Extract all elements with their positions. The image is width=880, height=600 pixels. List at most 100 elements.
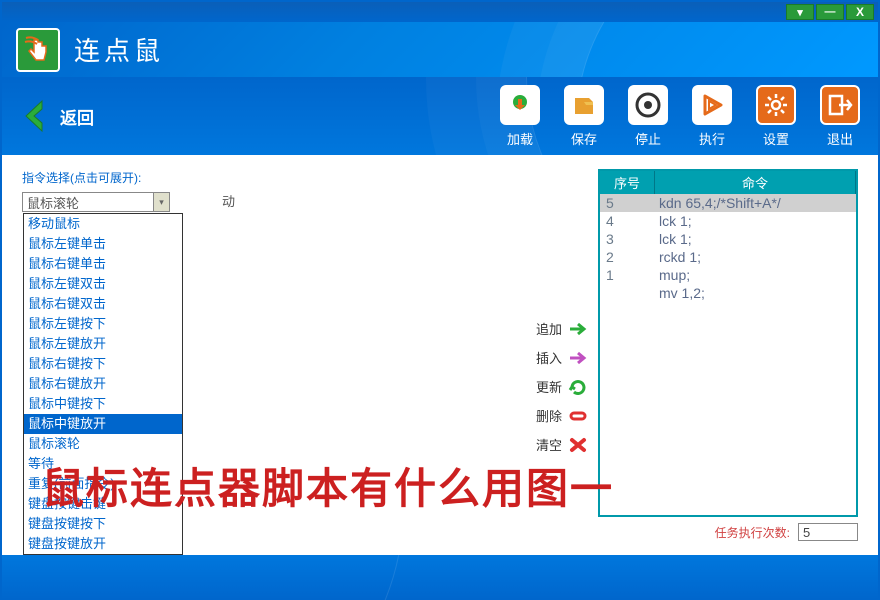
- table-body[interactable]: 5kdn 65,4;/*Shift+A*/4lck 1;3lck 1;2rckd…: [600, 194, 856, 302]
- table-row[interactable]: 2rckd 1;: [600, 248, 856, 266]
- dropdown-item[interactable]: 鼠标右键放开: [24, 374, 182, 394]
- back-label: 返回: [60, 104, 94, 129]
- hint-text: 动: [222, 194, 235, 209]
- restore-button[interactable]: ▾: [786, 4, 814, 20]
- table-row[interactable]: 3lck 1;: [600, 230, 856, 248]
- insert-icon: [568, 349, 588, 367]
- back-button[interactable]: 返回: [20, 97, 94, 135]
- command-select-panel: 指令选择(点击可展开): 鼠标滚轮 ▾ 移动鼠标鼠标左键单击鼠标右键单击鼠标左键…: [22, 169, 202, 541]
- footer: [2, 555, 878, 600]
- tool-label: 加载: [507, 129, 533, 148]
- cell-cmd: lck 1;: [655, 212, 856, 230]
- content-area: 指令选择(点击可展开): 鼠标滚轮 ▾ 移动鼠标鼠标左键单击鼠标右键单击鼠标左键…: [2, 155, 878, 555]
- action-label: 删除: [536, 406, 562, 425]
- col-seq: 序号: [600, 171, 655, 194]
- header: 连点鼠: [2, 22, 878, 77]
- cell-seq: 5: [600, 194, 655, 212]
- back-arrow-icon: [20, 97, 50, 135]
- load-icon: [500, 85, 540, 125]
- app-title: 连点鼠: [74, 31, 164, 68]
- dropdown-item[interactable]: 鼠标左键单击: [24, 234, 182, 254]
- insert-action[interactable]: 插入: [536, 348, 588, 367]
- delete-icon: [568, 407, 588, 425]
- window-controls: ▾ — X: [786, 4, 874, 20]
- app-logo: [16, 28, 60, 72]
- dropdown-item[interactable]: 键盘按键放开: [24, 534, 182, 554]
- dropdown-item[interactable]: 键盘按键按下: [24, 514, 182, 534]
- dropdown-item[interactable]: 键盘按键击键: [24, 494, 182, 514]
- action-buttons: 追加插入更新删除清空: [536, 169, 588, 541]
- delete-action[interactable]: 删除: [536, 406, 588, 425]
- action-label: 更新: [536, 377, 562, 396]
- save-button[interactable]: 保存: [564, 85, 604, 148]
- append-icon: [568, 320, 588, 338]
- combo-value: 鼠标滚轮: [23, 193, 153, 212]
- toolbar: 返回 加载 保存 停止 执行 设置 退出: [2, 77, 878, 155]
- tool-label: 退出: [827, 129, 853, 148]
- append-action[interactable]: 追加: [536, 319, 588, 338]
- run-button[interactable]: 执行: [692, 85, 732, 148]
- close-button[interactable]: X: [846, 4, 874, 20]
- stop-button[interactable]: 停止: [628, 85, 668, 148]
- exit-icon: [820, 85, 860, 125]
- dropdown-item[interactable]: 鼠标滚轮: [24, 434, 182, 454]
- table-row[interactable]: 1mup;: [600, 266, 856, 284]
- settings-icon: [756, 85, 796, 125]
- dropdown-item[interactable]: 鼠标左键按下: [24, 314, 182, 334]
- tool-label: 停止: [635, 129, 661, 148]
- cell-cmd: mup;: [655, 266, 856, 284]
- exec-count-label: 任务执行次数:: [715, 524, 790, 541]
- action-label: 追加: [536, 319, 562, 338]
- action-label: 插入: [536, 348, 562, 367]
- dropdown-item[interactable]: 鼠标右键双击: [24, 294, 182, 314]
- cell-cmd: rckd 1;: [655, 248, 856, 266]
- cell-seq: 4: [600, 212, 655, 230]
- command-dropdown[interactable]: 移动鼠标鼠标左键单击鼠标右键单击鼠标左键双击鼠标右键双击鼠标左键按下鼠标左键放开…: [23, 213, 183, 555]
- dropdown-item[interactable]: 移动鼠标: [24, 214, 182, 234]
- dropdown-item[interactable]: 重复(前面指令): [24, 474, 182, 494]
- dropdown-item[interactable]: 等待: [24, 454, 182, 474]
- dropdown-item[interactable]: 鼠标中键放开: [24, 414, 182, 434]
- clear-action[interactable]: 清空: [536, 435, 588, 454]
- action-label: 清空: [536, 435, 562, 454]
- cell-cmd: lck 1;: [655, 230, 856, 248]
- chevron-down-icon[interactable]: ▾: [153, 193, 169, 211]
- table-row[interactable]: 5kdn 65,4;/*Shift+A*/: [600, 194, 856, 212]
- tool-label: 设置: [763, 129, 789, 148]
- run-icon: [692, 85, 732, 125]
- exec-count-row: 任务执行次数:: [598, 523, 858, 541]
- script-panel: 序号 命令 5kdn 65,4;/*Shift+A*/4lck 1;3lck 1…: [598, 169, 858, 541]
- cell-cmd: mv 1,2;: [655, 284, 856, 302]
- table-header: 序号 命令: [600, 171, 856, 194]
- dropdown-item[interactable]: 鼠标中键按下: [24, 394, 182, 414]
- script-table: 序号 命令 5kdn 65,4;/*Shift+A*/4lck 1;3lck 1…: [598, 169, 858, 517]
- col-cmd: 命令: [655, 171, 856, 194]
- update-action[interactable]: 更新: [536, 377, 588, 396]
- cell-seq: 3: [600, 230, 655, 248]
- table-row[interactable]: 4lck 1;: [600, 212, 856, 230]
- save-icon: [564, 85, 604, 125]
- settings-button[interactable]: 设置: [756, 85, 796, 148]
- cell-cmd: kdn 65,4;/*Shift+A*/: [655, 194, 856, 212]
- section-label: 指令选择(点击可展开):: [22, 169, 202, 186]
- tool-label: 保存: [571, 129, 597, 148]
- update-icon: [568, 378, 588, 396]
- middle-panel: 动: [202, 169, 536, 541]
- cell-seq: [600, 284, 655, 302]
- dropdown-item[interactable]: 鼠标右键按下: [24, 354, 182, 374]
- cell-seq: 2: [600, 248, 655, 266]
- table-row[interactable]: mv 1,2;: [600, 284, 856, 302]
- cell-seq: 1: [600, 266, 655, 284]
- exec-count-input[interactable]: [798, 523, 858, 541]
- exit-button[interactable]: 退出: [820, 85, 860, 148]
- dropdown-item[interactable]: 鼠标左键放开: [24, 334, 182, 354]
- tool-label: 执行: [699, 129, 725, 148]
- load-button[interactable]: 加载: [500, 85, 540, 148]
- dropdown-item[interactable]: 鼠标左键双击: [24, 274, 182, 294]
- titlebar: ▾ — X: [2, 2, 878, 22]
- minimize-button[interactable]: —: [816, 4, 844, 20]
- dropdown-item[interactable]: 鼠标右键单击: [24, 254, 182, 274]
- command-combo[interactable]: 鼠标滚轮 ▾ 移动鼠标鼠标左键单击鼠标右键单击鼠标左键双击鼠标右键双击鼠标左键按…: [22, 192, 170, 212]
- clear-icon: [568, 436, 588, 454]
- stop-icon: [628, 85, 668, 125]
